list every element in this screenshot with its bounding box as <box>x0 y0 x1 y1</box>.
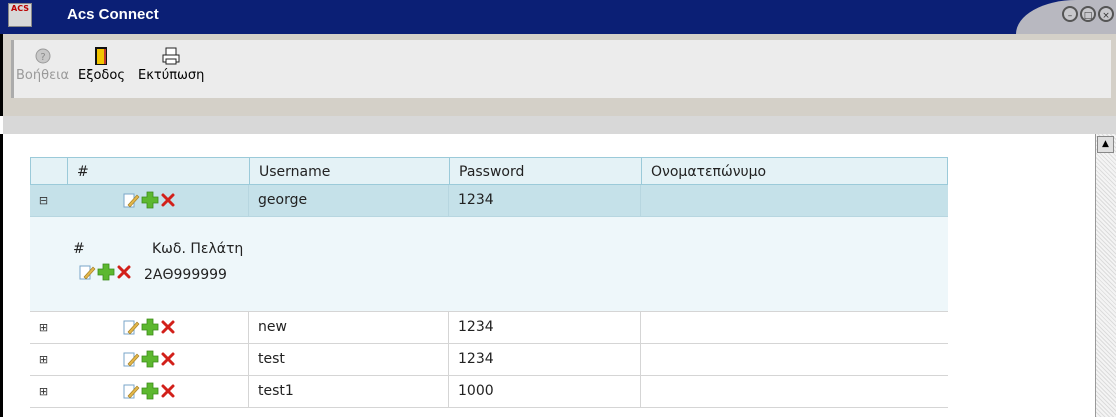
cell-divider <box>248 376 249 407</box>
customer-code-cell: 2ΑΘ999999 <box>144 267 227 283</box>
password-cell: 1234 <box>458 319 494 335</box>
add-icon[interactable] <box>141 191 159 213</box>
content-frame <box>3 116 1116 134</box>
delete-icon[interactable] <box>160 319 176 339</box>
add-icon[interactable] <box>141 382 159 404</box>
edit-icon[interactable] <box>78 263 96 285</box>
edit-icon[interactable] <box>122 318 140 340</box>
cell-divider <box>248 185 249 216</box>
detail-header-customer-code[interactable]: Κωδ. Πελάτη <box>152 241 243 257</box>
window-title: Acs Connect <box>67 6 159 23</box>
add-icon[interactable] <box>141 350 159 372</box>
cell-divider <box>448 344 449 375</box>
cell-divider <box>248 344 249 375</box>
column-header-username[interactable]: Username <box>259 158 330 186</box>
expand-icon[interactable]: ⊞ <box>38 354 49 365</box>
exit-door-icon <box>91 46 111 66</box>
minimize-icon[interactable]: – <box>1062 6 1078 22</box>
delete-icon[interactable] <box>160 192 176 212</box>
window-controls: – □ × <box>1062 6 1114 22</box>
username-cell: test <box>258 351 285 367</box>
help-button[interactable]: ? Βοήθεια <box>16 46 69 83</box>
detail-header-number[interactable]: # <box>73 241 85 257</box>
table-row[interactable]: ⊟ george 1234 <box>30 185 948 217</box>
scroll-up-icon[interactable]: ▲ <box>1097 136 1114 153</box>
toolbar: ? Βοήθεια Εξοδος Εκτύπωση <box>0 34 1116 134</box>
exit-label: Εξοδος <box>78 68 125 83</box>
delete-icon[interactable] <box>160 351 176 371</box>
cell-divider <box>640 185 641 216</box>
add-icon[interactable] <box>97 263 115 285</box>
help-label: Βοήθεια <box>16 68 70 83</box>
cell-divider <box>448 376 449 407</box>
delete-icon[interactable] <box>160 383 176 403</box>
column-header-fullname[interactable]: Ονοματεπώνυμο <box>651 158 766 186</box>
row-actions <box>122 350 176 372</box>
column-header-number[interactable]: # <box>77 158 89 186</box>
detail-grid: # Κωδ. Πελάτη 2ΑΘ999999 <box>30 217 948 312</box>
detail-row-actions <box>78 263 132 285</box>
users-grid: # Username Password Ονοματεπώνυμο ⊟ geor… <box>30 157 948 417</box>
header-divider <box>449 158 450 184</box>
print-label: Εκτύπωση <box>138 68 205 83</box>
username-cell: george <box>258 192 308 208</box>
delete-icon[interactable] <box>116 264 132 284</box>
edit-icon[interactable] <box>122 382 140 404</box>
password-cell: 1234 <box>458 192 494 208</box>
table-row[interactable]: ⊞ new 1234 <box>30 312 948 344</box>
grid-header: # Username Password Ονοματεπώνυμο <box>30 157 948 185</box>
close-icon[interactable]: × <box>1098 6 1114 22</box>
password-cell: 1234 <box>458 351 494 367</box>
row-actions <box>122 382 176 404</box>
add-icon[interactable] <box>141 318 159 340</box>
username-cell: new <box>258 319 287 335</box>
cell-divider <box>448 312 449 343</box>
expand-icon[interactable]: ⊞ <box>38 386 49 397</box>
table-row[interactable]: ⊞ test1 1000 <box>30 376 948 408</box>
help-icon: ? <box>33 46 53 66</box>
title-bar[interactable]: ACS Acs Connect – □ × <box>0 0 1116 34</box>
cell-divider <box>248 312 249 343</box>
row-actions <box>122 191 176 213</box>
printer-icon <box>161 46 181 66</box>
table-row[interactable]: ⊞ test 1234 <box>30 344 948 376</box>
app-window: ACS Acs Connect – □ × ? Βοήθεια Εξοδος Ε… <box>0 0 1116 417</box>
column-header-password[interactable]: Password <box>459 158 524 186</box>
vertical-scrollbar[interactable]: ▲ <box>1095 134 1116 417</box>
toolbar-panel: ? Βοήθεια Εξοδος Εκτύπωση <box>11 40 1111 98</box>
cell-divider <box>640 344 641 375</box>
row-actions <box>122 318 176 340</box>
header-divider <box>67 158 68 184</box>
cell-divider <box>448 185 449 216</box>
cell-divider <box>640 312 641 343</box>
expand-icon[interactable]: ⊞ <box>38 322 49 333</box>
exit-button[interactable]: Εξοδος <box>78 46 125 83</box>
svg-text:?: ? <box>40 52 45 63</box>
edit-icon[interactable] <box>122 191 140 213</box>
print-button[interactable]: Εκτύπωση <box>138 46 204 83</box>
header-divider <box>249 158 250 184</box>
maximize-icon[interactable]: □ <box>1080 6 1096 22</box>
cell-divider <box>640 376 641 407</box>
content-area: ▲ # Username Password Ονοματεπώνυμο ⊟ ge… <box>0 134 1116 417</box>
edit-icon[interactable] <box>122 350 140 372</box>
password-cell: 1000 <box>458 383 494 399</box>
username-cell: test1 <box>258 383 294 399</box>
app-icon[interactable]: ACS <box>8 3 32 27</box>
collapse-icon[interactable]: ⊟ <box>38 195 49 206</box>
header-divider <box>641 158 642 184</box>
